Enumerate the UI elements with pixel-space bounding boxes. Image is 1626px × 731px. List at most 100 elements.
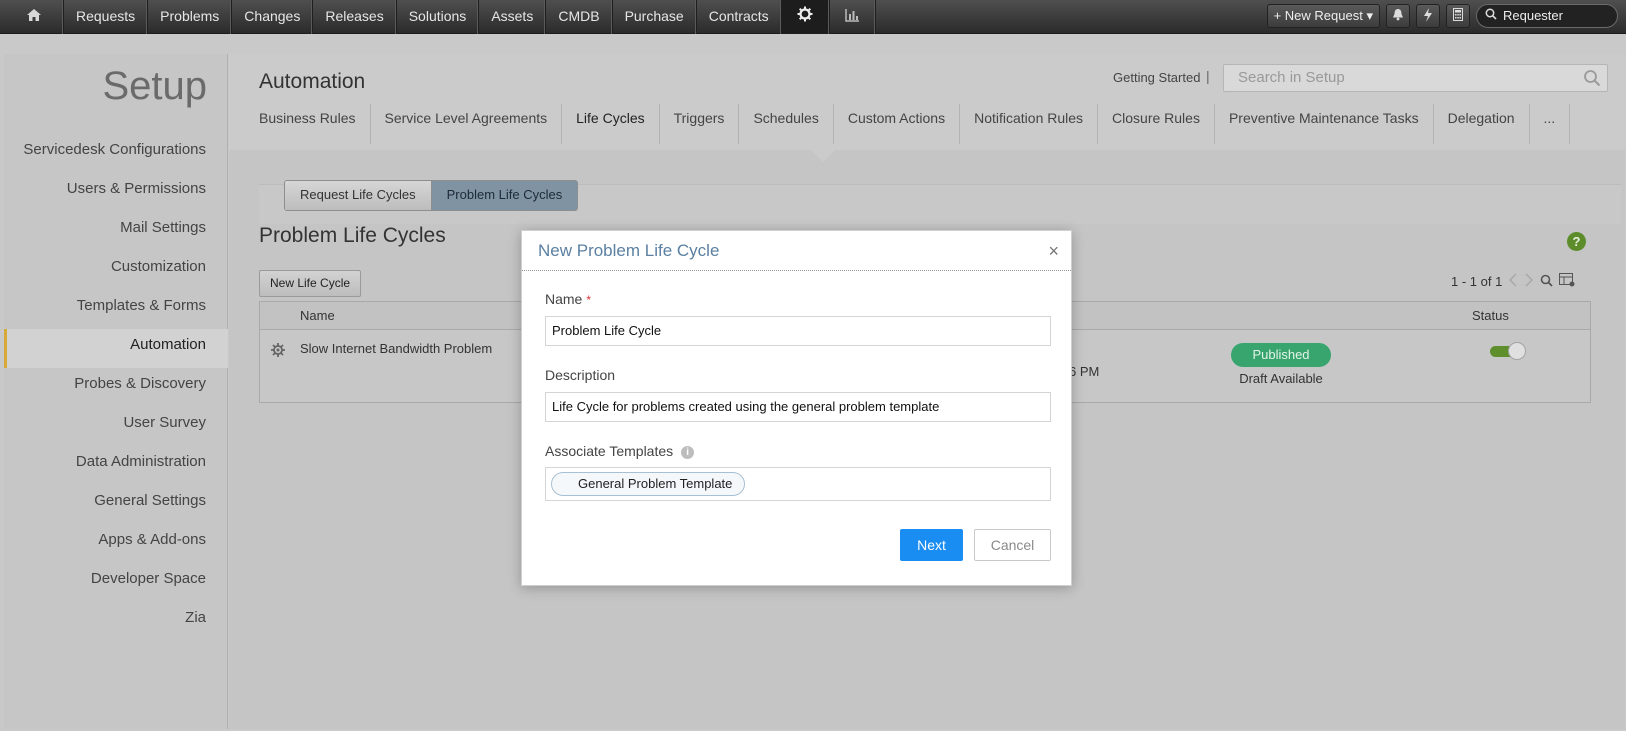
segment-request-life-cycles[interactable]: Request Life Cycles: [285, 181, 431, 210]
sidebar-item-mail-settings[interactable]: Mail Settings: [4, 212, 228, 251]
getting-started-link[interactable]: Getting Started: [1113, 70, 1200, 85]
sidebar-item-general-settings[interactable]: General Settings: [4, 485, 228, 524]
description-field[interactable]: Life Cycle for problems created using th…: [545, 392, 1051, 422]
chevron-right-icon[interactable]: [1524, 273, 1534, 290]
nav-cmdb[interactable]: CMDB: [546, 0, 613, 34]
bar-chart-icon: [844, 1, 860, 33]
quick-actions-button[interactable]: [1416, 4, 1440, 28]
new-request-button[interactable]: + New Request ▾: [1266, 4, 1380, 28]
status-badge: Published: [1231, 343, 1331, 367]
cancel-button[interactable]: Cancel: [974, 529, 1051, 561]
sidebar-item-servicedesk-configurations[interactable]: Servicedesk Configurations: [4, 134, 228, 173]
page-header: Automation Getting Started | Search in S…: [229, 54, 1625, 150]
lightning-icon: [1423, 7, 1433, 25]
row-name[interactable]: Slow Internet Bandwidth Problem: [300, 341, 492, 356]
name-field-label: Name *: [545, 291, 591, 307]
requester-search-input[interactable]: Requester: [1476, 4, 1618, 28]
nav-changes[interactable]: Changes: [232, 0, 314, 34]
status-toggle[interactable]: [1490, 342, 1526, 360]
associate-templates-label: Associate Templates i: [545, 443, 695, 459]
name-label-text: Name: [545, 291, 583, 307]
pagination-count: 1 - 1 of 1: [1451, 274, 1503, 289]
automation-tabs: Business Rules Service Level Agreements …: [245, 104, 1571, 144]
new-life-cycle-button[interactable]: New Life Cycle: [259, 270, 362, 297]
description-field-label: Description: [545, 367, 616, 383]
top-nav-menu: Requests Problems Changes Releases Solut…: [4, 0, 876, 34]
tab-schedules[interactable]: Schedules: [739, 104, 834, 144]
dialog-header: New Problem Life Cycle ×: [522, 231, 1071, 271]
new-problem-life-cycle-dialog: New Problem Life Cycle × Name * Problem L…: [521, 230, 1072, 586]
sidebar-item-zia[interactable]: Zia: [4, 602, 228, 641]
search-icon[interactable]: [1540, 274, 1553, 290]
help-icon[interactable]: ?: [1567, 232, 1586, 251]
sidebar-item-apps-addons[interactable]: Apps & Add-ons: [4, 524, 228, 563]
column-chooser-icon[interactable]: [1559, 273, 1575, 290]
search-icon[interactable]: [1583, 69, 1601, 96]
nav-solutions[interactable]: Solutions: [397, 0, 480, 34]
setup-search-input[interactable]: Search in Setup: [1223, 64, 1608, 92]
notifications-button[interactable]: [1386, 4, 1410, 28]
required-marker: *: [586, 293, 592, 307]
close-icon[interactable]: ×: [1048, 241, 1059, 261]
sidebar-item-users-permissions[interactable]: Users & Permissions: [4, 173, 228, 212]
name-field[interactable]: Problem Life Cycle: [545, 316, 1051, 346]
tab-delegation[interactable]: Delegation: [1434, 104, 1530, 144]
sidebar-item-developer-space[interactable]: Developer Space: [4, 563, 228, 602]
nav-problems[interactable]: Problems: [148, 0, 233, 34]
template-chip[interactable]: General Problem Template: [551, 472, 746, 496]
calculator-icon: [1453, 8, 1463, 24]
tab-notification-rules[interactable]: Notification Rules: [960, 104, 1099, 144]
gear-icon: [797, 1, 813, 33]
sidebar-menu: Servicedesk Configurations Users & Permi…: [4, 134, 228, 641]
info-icon[interactable]: i: [681, 445, 695, 459]
pagination: 1 - 1 of 1: [1451, 273, 1575, 290]
tab-triggers[interactable]: Triggers: [660, 104, 740, 144]
home-icon: [26, 1, 42, 33]
header-separator: |: [1206, 68, 1210, 84]
tab-closure-rules[interactable]: Closure Rules: [1098, 104, 1215, 144]
top-nav-bar: Requests Problems Changes Releases Solut…: [0, 0, 1626, 34]
new-request-label: + New Request: [1273, 8, 1363, 23]
nav-purchase[interactable]: Purchase: [613, 0, 697, 34]
sidebar-item-templates-forms[interactable]: Templates & Forms: [4, 290, 228, 329]
draft-available-label: Draft Available: [1239, 371, 1323, 386]
dialog-title: New Problem Life Cycle: [538, 241, 720, 260]
toggle-knob: [1508, 342, 1526, 360]
tab-preventive-maintenance-tasks[interactable]: Preventive Maintenance Tasks: [1215, 104, 1434, 144]
sidebar-item-customization[interactable]: Customization: [4, 251, 228, 290]
tab-more[interactable]: ...: [1530, 104, 1571, 144]
active-tab-caret: [811, 150, 835, 162]
reports-button[interactable]: [830, 0, 876, 34]
top-right-actions: + New Request ▾ Requester: [1266, 4, 1618, 28]
tab-life-cycles[interactable]: Life Cycles: [562, 104, 660, 144]
list-title: Problem Life Cycles: [259, 224, 446, 247]
tab-custom-actions[interactable]: Custom Actions: [834, 104, 961, 144]
nav-assets[interactable]: Assets: [479, 0, 547, 34]
nav-releases[interactable]: Releases: [313, 0, 397, 34]
sidebar-item-user-survey[interactable]: User Survey: [4, 407, 228, 446]
sidebar-item-automation[interactable]: Automation: [4, 329, 228, 368]
next-button[interactable]: Next: [900, 529, 963, 561]
sidebar-item-probes-discovery[interactable]: Probes & Discovery: [4, 368, 228, 407]
home-button[interactable]: [4, 0, 64, 34]
associate-templates-field[interactable]: General Problem Template: [545, 467, 1051, 501]
sidebar-title: Setup: [102, 64, 207, 108]
segment-problem-life-cycles[interactable]: Problem Life Cycles: [430, 181, 578, 210]
lifecycle-type-switch: Request Life Cycles Problem Life Cycles: [284, 180, 579, 211]
setup-gear-button[interactable]: [781, 0, 830, 34]
sidebar-item-data-administration[interactable]: Data Administration: [4, 446, 228, 485]
column-header-status[interactable]: Status: [1472, 308, 1509, 323]
tab-service-level-agreements[interactable]: Service Level Agreements: [371, 104, 563, 144]
requester-search-label: Requester: [1503, 8, 1563, 23]
nav-contracts[interactable]: Contracts: [697, 0, 782, 34]
search-icon: [1485, 5, 1497, 27]
nav-requests[interactable]: Requests: [64, 0, 149, 34]
tab-business-rules[interactable]: Business Rules: [245, 104, 371, 144]
column-header-name[interactable]: Name: [300, 308, 335, 323]
calculator-button[interactable]: [1446, 4, 1470, 28]
gear-icon[interactable]: [270, 342, 286, 361]
associate-templates-text: Associate Templates: [545, 443, 674, 459]
bell-icon: [1392, 8, 1404, 24]
setup-sidebar: Setup Servicedesk Configurations Users &…: [4, 54, 228, 729]
chevron-left-icon[interactable]: [1508, 273, 1518, 290]
